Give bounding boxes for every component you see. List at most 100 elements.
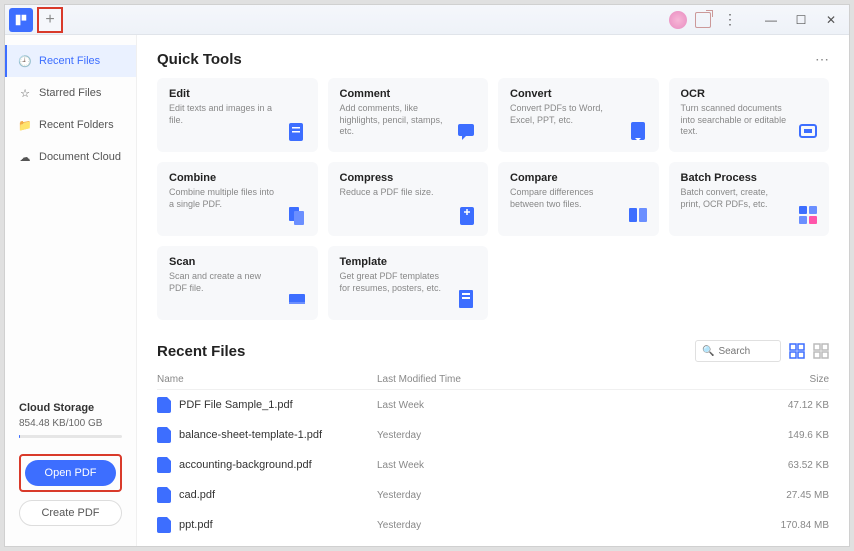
- tool-title: Convert: [510, 88, 647, 100]
- file-date: Yesterday: [377, 490, 749, 501]
- file-date: Last Week: [377, 460, 749, 471]
- list-view-icon[interactable]: [789, 343, 805, 359]
- tool-card-comment[interactable]: Comment Add comments, like highlights, p…: [328, 78, 489, 152]
- main-content: Quick Tools ⋯ Edit Edit texts and images…: [137, 35, 849, 546]
- sidebar: 🕘 Recent Files ☆ Starred Files 📁 Recent …: [5, 35, 137, 546]
- file-row[interactable]: cad.pdf Yesterday 27.45 MB: [157, 480, 829, 510]
- tool-desc: Reduce a PDF file size.: [340, 187, 450, 199]
- tool-title: Compare: [510, 172, 647, 184]
- template-icon: [456, 288, 478, 310]
- tool-card-combine[interactable]: Combine Combine multiple files into a si…: [157, 162, 318, 236]
- cloud-storage-usage: 854.48 KB/100 GB: [19, 418, 122, 429]
- file-size: 149.6 KB: [749, 430, 829, 441]
- recent-table-header: Name Last Modified Time Size: [157, 370, 829, 390]
- pdf-file-icon: [157, 397, 171, 413]
- tool-desc: Turn scanned documents into searchable o…: [681, 103, 791, 138]
- tool-card-compare[interactable]: Compare Compare differences between two …: [498, 162, 659, 236]
- share-icon[interactable]: [695, 12, 711, 28]
- col-size: Size: [749, 374, 829, 385]
- recent-files-title: Recent Files: [157, 343, 245, 360]
- maximize-button[interactable]: ☐: [787, 9, 815, 31]
- new-tab-button[interactable]: +: [37, 7, 63, 33]
- open-pdf-button[interactable]: Open PDF: [25, 460, 116, 486]
- quick-tools-more[interactable]: ⋯: [815, 51, 829, 68]
- comment-icon: [456, 120, 478, 142]
- file-row[interactable]: ppt.pdf Yesterday 170.84 MB: [157, 510, 829, 540]
- sidebar-item-label: Starred Files: [39, 87, 101, 99]
- tool-title: Scan: [169, 256, 306, 268]
- search-icon: 🔍: [702, 346, 714, 357]
- tool-desc: Get great PDF templates for resumes, pos…: [340, 271, 450, 294]
- app-logo[interactable]: [9, 8, 33, 32]
- plus-icon: +: [45, 12, 54, 28]
- sidebar-item-starred[interactable]: ☆ Starred Files: [5, 77, 136, 109]
- tool-desc: Scan and create a new PDF file.: [169, 271, 279, 294]
- tool-title: Combine: [169, 172, 306, 184]
- tool-desc: Convert PDFs to Word, Excel, PPT, etc.: [510, 103, 620, 126]
- tool-title: Comment: [340, 88, 477, 100]
- close-button[interactable]: ✕: [817, 9, 845, 31]
- create-pdf-button[interactable]: Create PDF: [19, 500, 122, 526]
- edit-icon: [286, 120, 308, 142]
- file-row[interactable]: balance-sheet-template-1.pdf Yesterday 1…: [157, 420, 829, 450]
- ocr-icon: [797, 120, 819, 142]
- sidebar-item-label: Document Cloud: [39, 151, 121, 163]
- file-name: PDF File Sample_1.pdf: [179, 399, 293, 411]
- tool-title: Edit: [169, 88, 306, 100]
- compress-icon: [456, 204, 478, 226]
- pdf-file-icon: [157, 457, 171, 473]
- sidebar-item-label: Recent Files: [39, 55, 100, 67]
- cloud-storage-bar: [19, 435, 122, 438]
- scan-icon: [286, 288, 308, 310]
- file-name: balance-sheet-template-1.pdf: [179, 429, 322, 441]
- tool-card-edit[interactable]: Edit Edit texts and images in a file.: [157, 78, 318, 152]
- search-input[interactable]: [718, 346, 774, 357]
- logo-icon: [14, 13, 28, 27]
- col-name: Name: [157, 374, 377, 385]
- avatar[interactable]: [669, 11, 687, 29]
- tool-card-template[interactable]: Template Get great PDF templates for res…: [328, 246, 489, 320]
- file-date: Yesterday: [377, 430, 749, 441]
- search-box[interactable]: 🔍: [695, 340, 781, 362]
- tool-title: Template: [340, 256, 477, 268]
- tool-title: OCR: [681, 88, 818, 100]
- sidebar-item-folders[interactable]: 📁 Recent Folders: [5, 109, 136, 141]
- tool-title: Compress: [340, 172, 477, 184]
- file-name: accounting-background.pdf: [179, 459, 312, 471]
- pdf-file-icon: [157, 427, 171, 443]
- file-date: Last Week: [377, 400, 749, 411]
- tool-card-compress[interactable]: Compress Reduce a PDF file size.: [328, 162, 489, 236]
- pdf-file-icon: [157, 517, 171, 533]
- file-size: 170.84 MB: [749, 520, 829, 531]
- folder-icon: 📁: [19, 119, 31, 131]
- grid-view-icon[interactable]: [813, 343, 829, 359]
- app-window: + ⋮ — ☐ ✕ 🕘 Recent Files ☆ Starred Files: [4, 4, 850, 547]
- file-name: cad.pdf: [179, 489, 215, 501]
- tool-card-batch-process[interactable]: Batch Process Batch convert, create, pri…: [669, 162, 830, 236]
- tool-card-ocr[interactable]: OCR Turn scanned documents into searchab…: [669, 78, 830, 152]
- file-size: 47.12 KB: [749, 400, 829, 411]
- quick-tools-title: Quick Tools: [157, 51, 242, 68]
- col-date: Last Modified Time: [377, 374, 749, 385]
- file-size: 63.52 KB: [749, 460, 829, 471]
- tool-desc: Combine multiple files into a single PDF…: [169, 187, 279, 210]
- file-row[interactable]: PDF File Sample_1.pdf Last Week 47.12 KB: [157, 390, 829, 420]
- file-name: ppt.pdf: [179, 519, 213, 531]
- file-row[interactable]: accounting-background.pdf Last Week 63.5…: [157, 450, 829, 480]
- compare-icon: [627, 204, 649, 226]
- file-size: 27.45 MB: [749, 490, 829, 501]
- sidebar-item-recent-files[interactable]: 🕘 Recent Files: [5, 45, 136, 77]
- cloud-storage-title: Cloud Storage: [19, 402, 122, 414]
- combine-icon: [286, 204, 308, 226]
- sidebar-item-cloud[interactable]: ☁ Document Cloud: [5, 141, 136, 173]
- open-pdf-highlight: Open PDF: [19, 454, 122, 492]
- tool-card-convert[interactable]: Convert Convert PDFs to Word, Excel, PPT…: [498, 78, 659, 152]
- menu-kebab[interactable]: ⋮: [719, 11, 741, 28]
- file-row[interactable]: Frame 2125622.pdf Yesterday 8.39 MB: [157, 540, 829, 546]
- clock-icon: 🕘: [19, 55, 31, 67]
- tool-title: Batch Process: [681, 172, 818, 184]
- batch-icon: [797, 204, 819, 226]
- convert-icon: [627, 120, 649, 142]
- tool-card-scan[interactable]: Scan Scan and create a new PDF file.: [157, 246, 318, 320]
- minimize-button[interactable]: —: [757, 9, 785, 31]
